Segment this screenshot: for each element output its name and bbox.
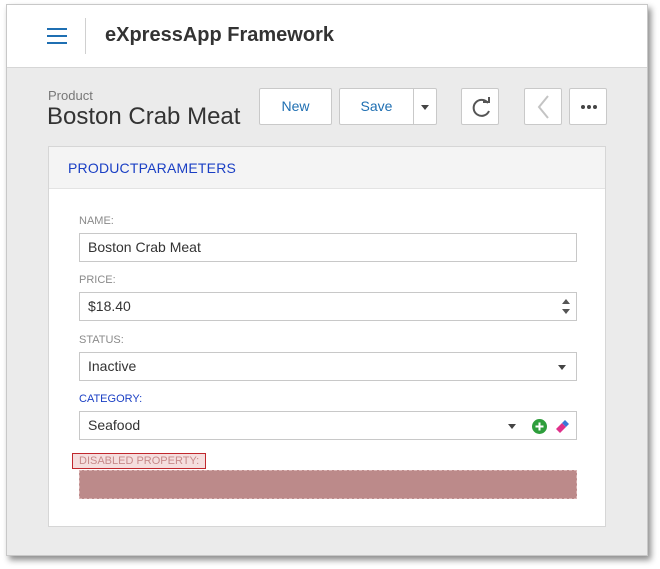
spin-down-icon[interactable] (562, 309, 570, 314)
caret-down-icon[interactable] (558, 365, 566, 370)
object-type-label: Product (48, 88, 93, 103)
category-value: Seafood (88, 417, 141, 433)
eraser-icon[interactable] (554, 418, 572, 435)
more-dots-icon (581, 105, 597, 109)
disabled-property-field (79, 470, 577, 499)
category-lookup[interactable]: Seafood (79, 411, 577, 440)
plus-circle-icon[interactable] (531, 418, 548, 435)
chevron-left-icon (537, 95, 549, 119)
app-title: eXpressApp Framework (105, 24, 334, 46)
name-label: NAME: (79, 215, 114, 227)
refresh-button[interactable] (461, 88, 499, 125)
panel-header[interactable]: PRODUCTPARAMETERS (49, 147, 605, 189)
disabled-property-label: DISABLED PROPERTY: (72, 453, 207, 469)
refresh-icon (472, 97, 490, 117)
price-field[interactable]: $18.40 (79, 292, 577, 321)
status-dropdown[interactable]: Inactive (79, 352, 577, 381)
topbar-divider (85, 18, 86, 54)
page-title: Boston Crab Meat (47, 103, 241, 130)
save-button[interactable]: Save (339, 88, 414, 125)
back-button[interactable] (524, 88, 562, 125)
name-field[interactable]: Boston Crab Meat (79, 233, 577, 262)
product-parameters-panel: PRODUCTPARAMETERS NAME: Boston Crab Meat… (48, 146, 606, 527)
caret-down-icon[interactable] (508, 424, 516, 429)
price-label: PRICE: (79, 274, 116, 286)
spin-up-icon[interactable] (562, 299, 570, 304)
caret-down-icon (421, 105, 429, 110)
more-button[interactable] (569, 88, 607, 125)
status-value: Inactive (88, 358, 137, 374)
status-label: STATUS: (79, 334, 124, 346)
app-window: eXpressApp Framework Product Boston Crab… (6, 4, 648, 556)
category-label: CATEGORY: (79, 393, 143, 405)
panel-title: PRODUCTPARAMETERS (68, 160, 237, 176)
price-value: $18.40 (88, 298, 131, 314)
price-spinner[interactable] (562, 298, 570, 316)
new-button[interactable]: New (259, 88, 332, 125)
top-bar: eXpressApp Framework (7, 5, 647, 68)
save-dropdown-button[interactable] (413, 88, 437, 125)
menu-icon[interactable] (47, 28, 67, 44)
